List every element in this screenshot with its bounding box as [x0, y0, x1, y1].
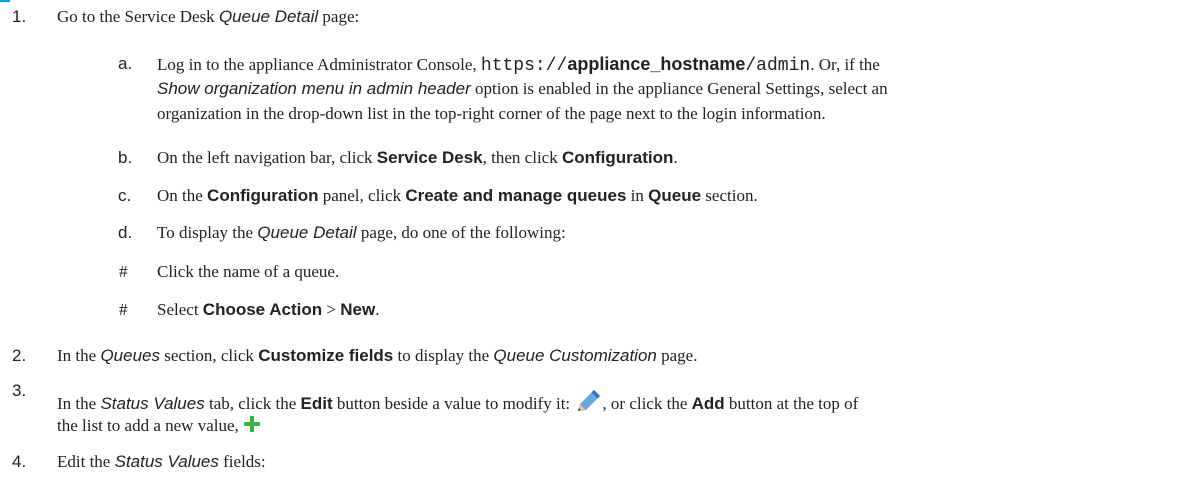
bullet-2-mark: # — [119, 300, 128, 319]
substep-d-label: d. — [118, 223, 133, 242]
section-marker — [0, 0, 10, 8]
bullet-1-mark: # — [119, 262, 128, 281]
substep-b-text: On the left navigation bar, click Servic… — [157, 148, 678, 167]
substep-c-text: On the Configuration panel, click Create… — [157, 186, 758, 205]
bullet-2-text: Select Choose Action > New. — [157, 300, 380, 319]
step-2-text: In the Queues section, click Customize f… — [57, 346, 698, 365]
step-1-text: Go to the Service Desk Queue Detail page… — [57, 7, 360, 26]
pencil-icon — [574, 389, 602, 413]
substep-a-line1: Log in to the appliance Administrator Co… — [157, 54, 880, 76]
substep-a-line3: organization in the drop-down list in th… — [157, 104, 826, 123]
step-4-text: Edit the Status Values fields: — [57, 452, 266, 471]
step-3-line1: In the Status Values tab, click the Edit… — [57, 389, 858, 415]
substep-a-label: a. — [118, 54, 133, 73]
step-3-number: 3. — [12, 381, 27, 400]
bullet-1-text: Click the name of a queue. — [157, 262, 340, 281]
step-4-number: 4. — [12, 452, 27, 471]
step-3-line2: the list to add a new value, — [57, 415, 261, 437]
substep-c-label: c. — [118, 186, 132, 205]
plus-icon — [243, 415, 261, 433]
substep-d-text: To display the Queue Detail page, do one… — [157, 223, 566, 242]
step-1-number: 1. — [12, 7, 27, 26]
substep-b-label: b. — [118, 148, 133, 167]
step-2-number: 2. — [12, 346, 27, 365]
substep-a-line2: Show organization menu in admin header o… — [157, 79, 888, 98]
